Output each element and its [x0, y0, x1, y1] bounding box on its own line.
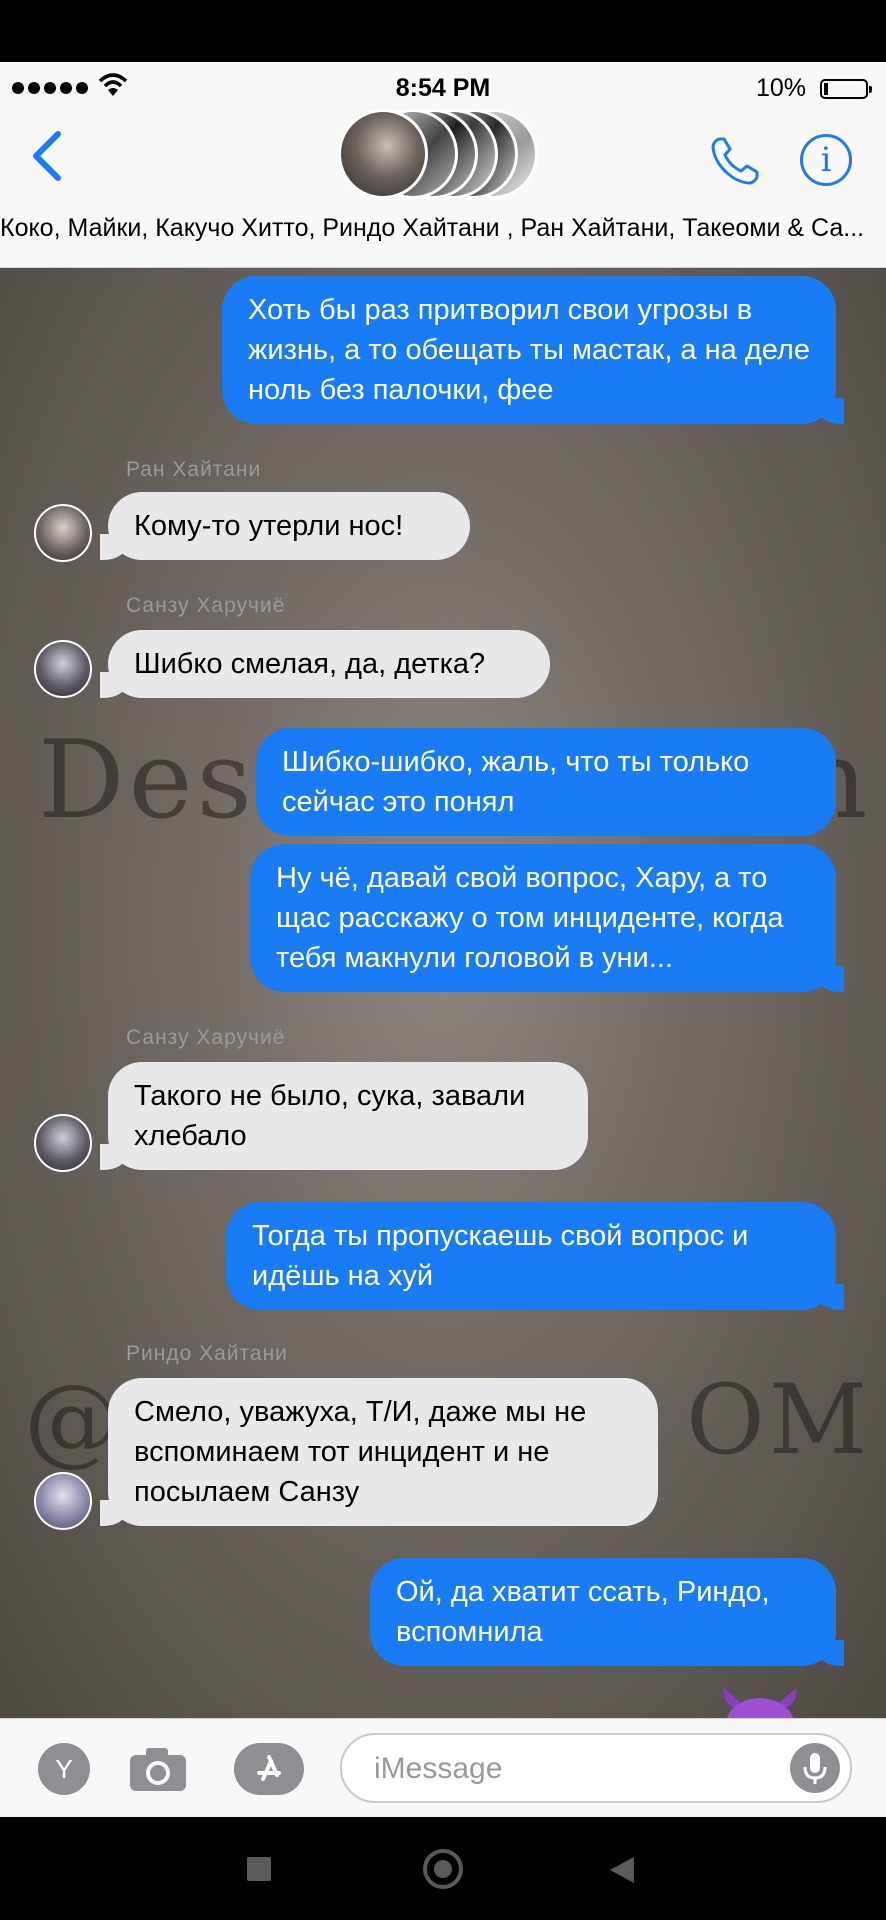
message-bubble-sent[interactable]: Ой, да хватит ссать, Риндо, вспомнила — [370, 1558, 844, 1666]
message-bubble-received[interactable]: Такого не было, сука, завали хлебало — [100, 1062, 588, 1170]
chat-area[interactable]: Des n @ OM Хоть бы раз притворил свои уг… — [0, 268, 886, 1718]
top-black-bar — [0, 0, 886, 62]
back-nav-button[interactable] — [608, 1855, 636, 1885]
watermark-line2-right: OM — [686, 1364, 871, 1476]
home-button[interactable] — [423, 1849, 463, 1889]
app-store-icon[interactable] — [234, 1743, 304, 1795]
status-time: 8:54 PM — [395, 74, 491, 102]
sender-avatar[interactable] — [34, 504, 92, 562]
watermark-line1: Des — [38, 718, 256, 843]
camera-icon[interactable] — [128, 1745, 188, 1793]
sender-name: Санзу Харучиё — [126, 594, 286, 617]
message-bubble-sent[interactable]: Ну чё, давай свой вопрос, Хару, а то щас… — [250, 844, 844, 992]
recent-apps-button[interactable] — [247, 1857, 271, 1881]
info-icon[interactable]: i — [800, 134, 852, 186]
battery-icon — [820, 79, 872, 99]
sender-avatar[interactable] — [34, 1114, 92, 1172]
message-field[interactable] — [340, 1733, 852, 1803]
message-bubble-received[interactable]: Шибко смелая, да, детка? — [100, 630, 550, 698]
battery-percent: 10% — [755, 74, 806, 102]
message-bubble-sent[interactable]: Тогда ты пропускаешь свой вопрос и идёшь… — [226, 1202, 844, 1310]
chat-header: 8:54 PM 10% i Коко, Майки, Какучо Хитто,… — [0, 62, 886, 268]
message-bubble-received[interactable]: Кому-то утерли нос! — [100, 492, 470, 560]
message-input-bar: Y — [0, 1718, 886, 1817]
back-chevron-icon[interactable] — [28, 128, 68, 184]
sender-avatar[interactable] — [34, 640, 92, 698]
status-bar: 8:54 PM 10% — [0, 70, 886, 106]
sender-name: Ран Хайтани — [126, 458, 262, 481]
group-names[interactable]: Коко, Майки, Какучо Хитто, Риндо Хайтани… — [0, 214, 886, 243]
group-avatars[interactable] — [338, 104, 548, 204]
sender-name: Санзу Харучиё — [126, 1026, 286, 1049]
message-bubble-received[interactable]: Смело, уважуха, Т/И, даже мы не вспомина… — [100, 1378, 658, 1526]
group-avatar — [338, 109, 428, 199]
apps-button[interactable]: Y — [38, 1743, 90, 1795]
microphone-icon[interactable] — [790, 1743, 840, 1793]
phone-icon[interactable] — [708, 134, 762, 188]
devil-emoji-icon — [723, 1688, 797, 1718]
sender-avatar[interactable] — [34, 1472, 92, 1530]
message-bubble-sent[interactable]: Хоть бы раз притворил свои угрозы в жизн… — [222, 276, 844, 424]
message-bubble-sent[interactable]: Шибко-шибко, жаль, что ты только сейчас … — [256, 728, 836, 836]
message-input[interactable] — [372, 1747, 766, 1791]
sender-name: Риндо Хайтани — [126, 1342, 288, 1365]
android-nav-bar — [0, 1817, 886, 1920]
